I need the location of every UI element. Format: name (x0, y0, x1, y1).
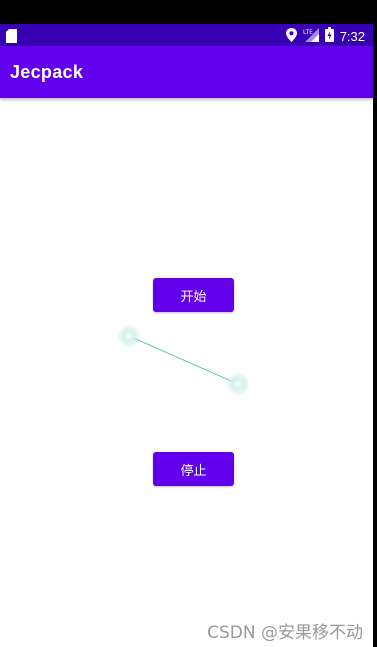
glow-dot (117, 324, 141, 348)
watermark: CSDN @安果移不动 (207, 623, 363, 643)
connecting-line (128, 335, 239, 385)
glow-dot (226, 372, 250, 396)
stop-button[interactable]: 停止 (153, 452, 234, 486)
animation-view (117, 324, 250, 396)
